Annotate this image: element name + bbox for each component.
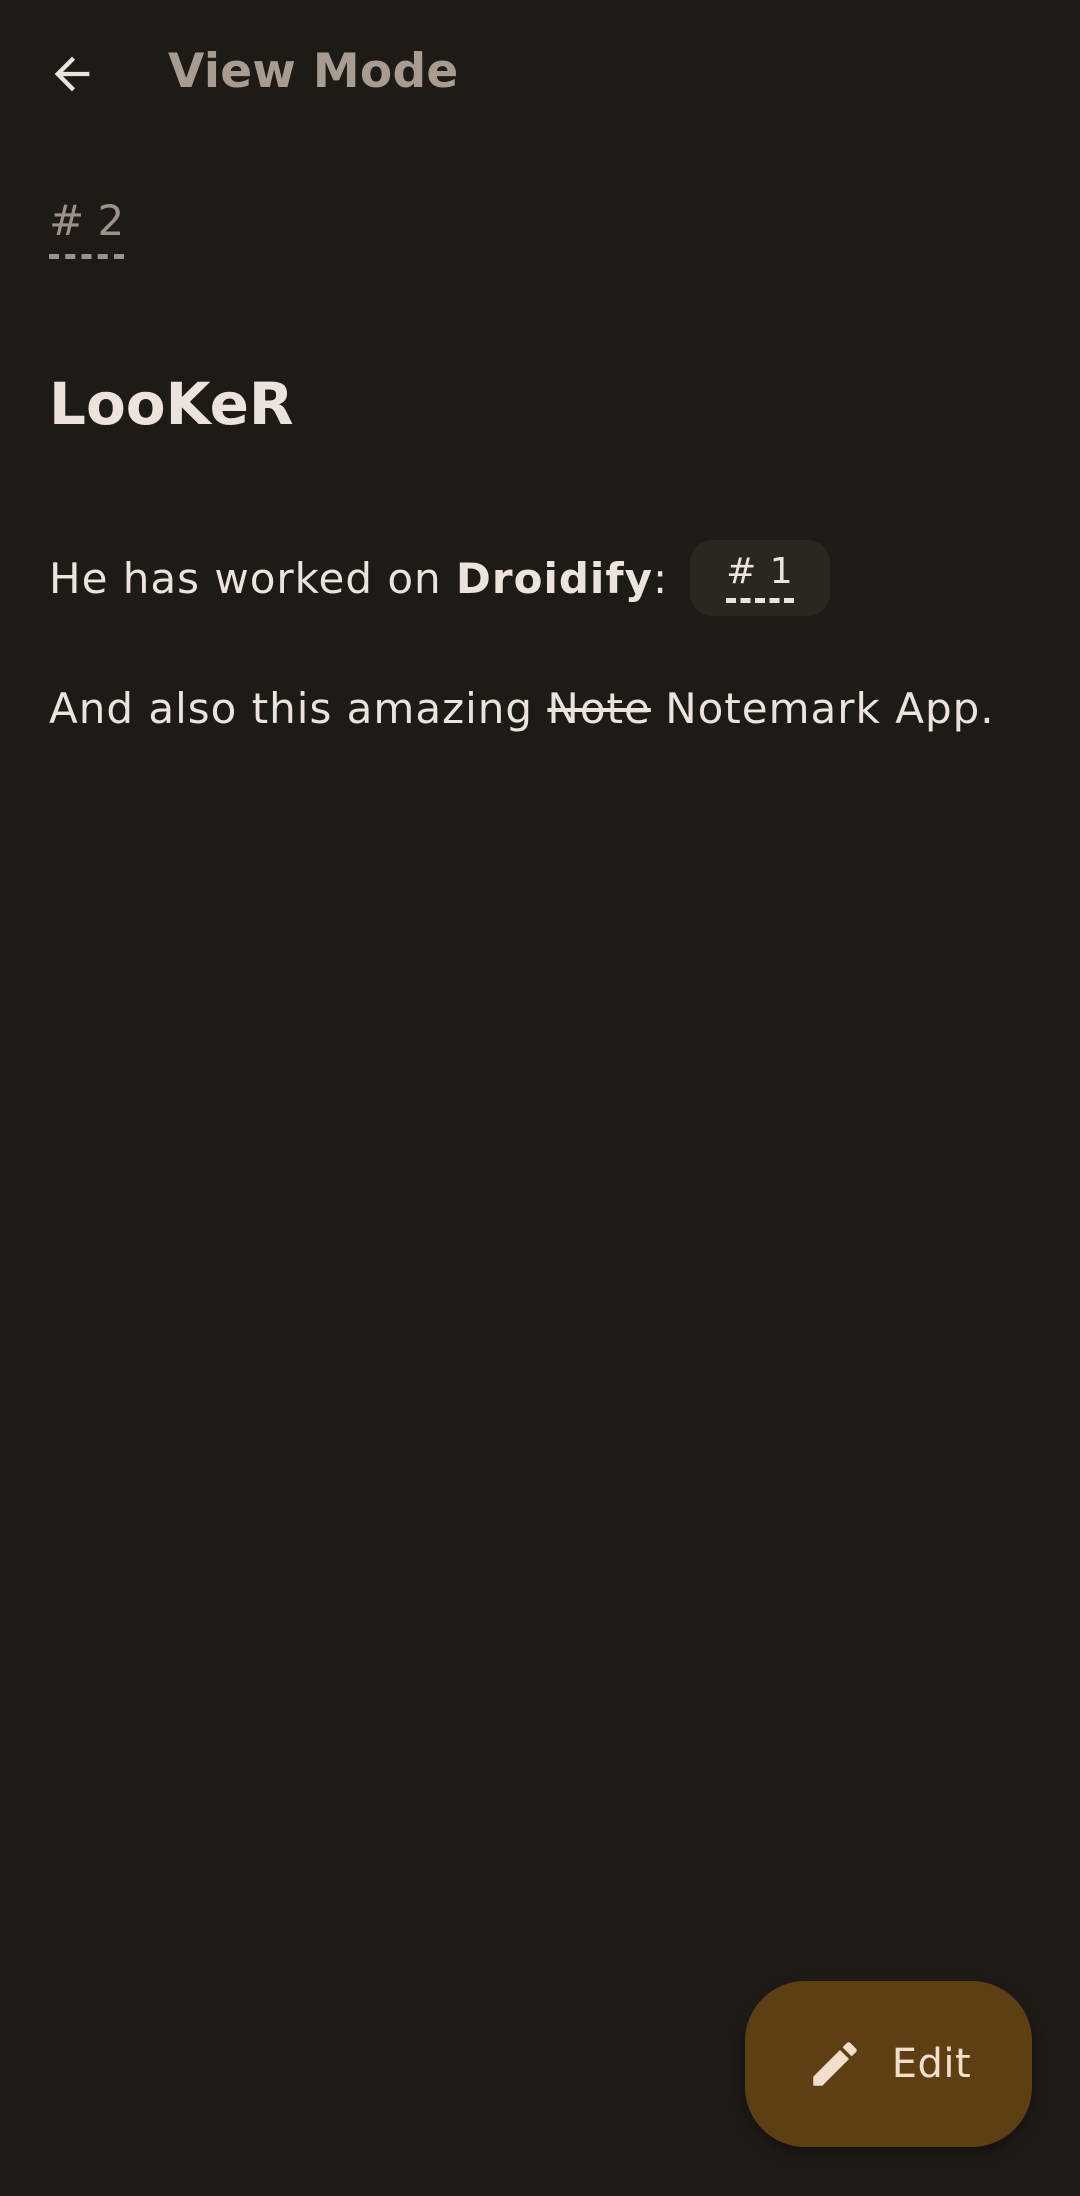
- paragraph-droidify: He has worked on Droidify: # 1: [49, 540, 830, 616]
- note-content: # 2 LooKeR He has worked on Droidify: # …: [49, 180, 1034, 733]
- paragraph-suffix: Notemark App.: [650, 684, 995, 733]
- tag-1-underline: [726, 597, 794, 603]
- paragraph-colon: :: [652, 553, 669, 603]
- edit-button[interactable]: Edit: [745, 1981, 1032, 2147]
- paragraph-prefix: And also this amazing: [49, 684, 548, 733]
- tag-2[interactable]: # 2: [49, 196, 125, 259]
- tag-1-label: # 1: [726, 550, 794, 592]
- tag-2-label: # 2: [49, 196, 125, 245]
- page-title: View Mode: [168, 44, 459, 99]
- paragraph-prefix: He has worked on: [49, 553, 457, 603]
- edit-button-label: Edit: [891, 2041, 972, 2087]
- bold-text-droidify: Droidify: [456, 553, 653, 603]
- note-heading: LooKeR: [49, 370, 294, 438]
- tag-2-underline: [49, 254, 125, 259]
- arrow-back-icon: [54, 56, 90, 92]
- tag-1: # 1: [726, 550, 794, 603]
- strikethrough-text: Note: [547, 684, 651, 733]
- back-button[interactable]: [28, 30, 116, 118]
- pencil-icon: [813, 2042, 857, 2086]
- paragraph-notemark: And also this amazing Note Notemark App.: [49, 684, 995, 733]
- note-link-chip-1[interactable]: # 1: [690, 540, 830, 616]
- top-app-bar: View Mode: [0, 0, 1080, 148]
